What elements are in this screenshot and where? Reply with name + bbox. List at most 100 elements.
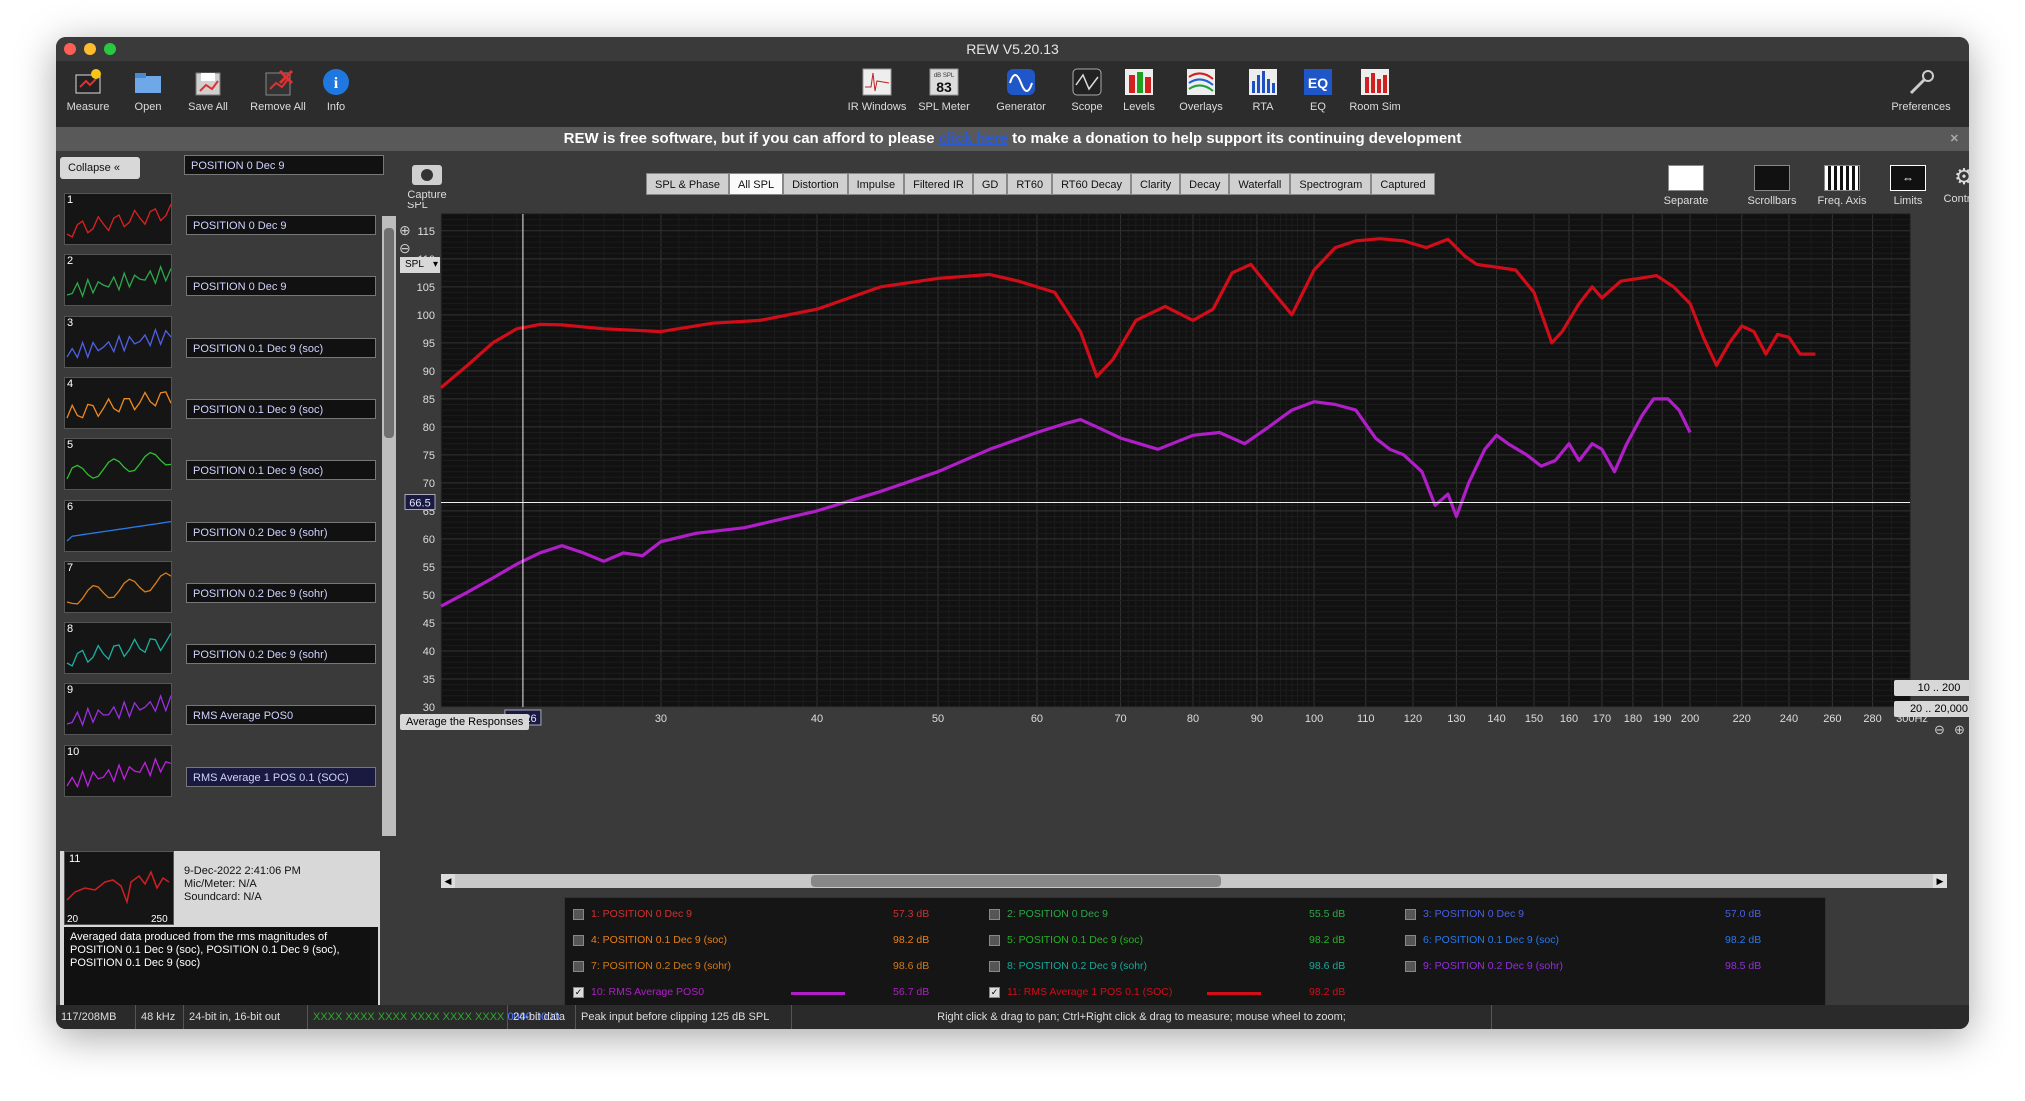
- minimize-window-button[interactable]: [84, 43, 96, 55]
- spl-graph[interactable]: 3035404550556065707580859095100105110115…: [397, 199, 1969, 737]
- tab-rt60-decay[interactable]: RT60 Decay: [1052, 173, 1131, 195]
- average-responses-button[interactable]: Average the Responses: [400, 714, 530, 730]
- measurement-name-field[interactable]: POSITION 0.2 Dec 9 (sohr): [186, 582, 376, 603]
- trace-label: 2: POSITION 0 Dec 9: [1007, 908, 1108, 920]
- spl-meter-button[interactable]: dB SPL 83 SPL Meter: [914, 67, 974, 113]
- tab-impulse[interactable]: Impulse: [847, 173, 905, 195]
- measurement-item[interactable]: 8 POSITION 0.2 Dec 9 (sohr): [60, 622, 380, 678]
- open-button[interactable]: Open: [118, 67, 178, 113]
- measurement-name-field[interactable]: POSITION 0.1 Dec 9 (soc): [186, 460, 376, 481]
- trace-label: 8: POSITION 0.2 Dec 9 (sohr): [1007, 960, 1148, 972]
- tab-spl-phase[interactable]: SPL & Phase: [646, 173, 730, 195]
- svg-text:i: i: [334, 75, 339, 92]
- range-10-200-button[interactable]: 10 .. 200: [1894, 680, 1969, 696]
- trace-checkbox[interactable]: [1405, 909, 1416, 920]
- trace-checkbox[interactable]: [1405, 961, 1416, 972]
- donate-link[interactable]: click here: [939, 130, 1008, 147]
- horizontal-scrollbar[interactable]: ◀ ▶: [441, 874, 1947, 888]
- trace-checkbox[interactable]: [989, 909, 1000, 920]
- measure-button[interactable]: Measure: [58, 67, 118, 113]
- scroll-right-icon[interactable]: ▶: [1933, 874, 1947, 888]
- remove-all-button[interactable]: Remove All: [248, 67, 308, 113]
- measurement-item[interactable]: 3 POSITION 0.1 Dec 9 (soc): [60, 315, 380, 372]
- tab-decay[interactable]: Decay: [1180, 173, 1230, 195]
- zoom-window-button[interactable]: [104, 43, 116, 55]
- preferences-button[interactable]: Preferences: [1886, 67, 1956, 113]
- zoom-in-x-icon[interactable]: ⊕: [1954, 722, 1965, 738]
- measurement-item[interactable]: 7 POSITION 0.2 Dec 9 (sohr): [60, 560, 380, 617]
- save-icon: [192, 67, 224, 97]
- measurement-notes[interactable]: Averaged data produced from the rms magn…: [64, 927, 378, 1005]
- separate-button[interactable]: Separate: [1656, 165, 1716, 207]
- zoom-in-icon[interactable]: ⊕: [399, 222, 411, 239]
- trace-checkbox[interactable]: ✓: [989, 987, 1000, 998]
- tab-distortion[interactable]: Distortion: [783, 173, 848, 195]
- measurement-name-field[interactable]: RMS Average POS0: [186, 705, 376, 726]
- scrollbars-button[interactable]: Scrollbars: [1742, 165, 1802, 207]
- measurement-item[interactable]: 6 POSITION 0.2 Dec 9 (sohr): [60, 499, 380, 556]
- spl-selector[interactable]: SPL ▾: [400, 257, 440, 273]
- ir-windows-button[interactable]: IR Windows: [847, 67, 907, 113]
- measurement-name-field[interactable]: POSITION 0.2 Dec 9 (sohr): [186, 521, 376, 542]
- tab-waterfall[interactable]: Waterfall: [1229, 173, 1291, 195]
- tab-rt60[interactable]: RT60: [1007, 173, 1053, 195]
- generator-button[interactable]: Generator: [991, 67, 1051, 113]
- trace-label: 1: POSITION 0 Dec 9: [591, 908, 692, 920]
- measurement-item[interactable]: 2 POSITION 0 Dec 9: [60, 254, 380, 310]
- tab-captured[interactable]: Captured: [1371, 173, 1435, 195]
- tab-spectrogram[interactable]: Spectrogram: [1290, 173, 1372, 195]
- measurement-panel: Collapse « POSITION 0 Dec 9 1 POSITION 0 …: [56, 151, 396, 1009]
- measurement-name-field[interactable]: RMS Average 1 POS 0.1 (SOC): [186, 766, 376, 787]
- tab-gd[interactable]: GD: [972, 173, 1008, 195]
- zoom-out-x-icon[interactable]: ⊖: [1934, 722, 1945, 738]
- collapse-button[interactable]: Collapse «: [60, 157, 140, 179]
- measurement-item[interactable]: 1 POSITION 0 Dec 9: [60, 193, 380, 249]
- top-name-field[interactable]: POSITION 0 Dec 9: [184, 155, 384, 175]
- measurement-name-field[interactable]: POSITION 0 Dec 9: [186, 215, 376, 235]
- eq-button[interactable]: EQ EQ: [1288, 67, 1348, 113]
- trace-value: 56.7 dB: [893, 986, 930, 998]
- capture-button[interactable]: Capture: [402, 165, 452, 201]
- trace-checkbox[interactable]: [989, 935, 1000, 946]
- trace-checkbox[interactable]: ✓: [573, 987, 584, 998]
- trace-checkbox[interactable]: [573, 909, 584, 920]
- tab-all-spl[interactable]: All SPL: [729, 173, 784, 195]
- trace-checkbox[interactable]: [1405, 935, 1416, 946]
- trace-checkbox[interactable]: [989, 961, 1000, 972]
- measurement-item[interactable]: 5 POSITION 0.1 Dec 9 (soc): [60, 438, 380, 494]
- info-button[interactable]: i Info: [306, 67, 366, 113]
- levels-button[interactable]: Levels: [1109, 67, 1169, 113]
- range-20-20000-button[interactable]: 20 .. 20,000: [1894, 701, 1969, 717]
- measurement-item[interactable]: 9 RMS Average POS0: [60, 683, 380, 739]
- controls-button[interactable]: ⚙Controls: [1934, 165, 1969, 206]
- x-tick-label: 220: [1733, 713, 1751, 725]
- rta-button[interactable]: RTA: [1233, 67, 1293, 113]
- tab-clarity[interactable]: Clarity: [1131, 173, 1181, 195]
- measurement-item[interactable]: 10 RMS Average 1 POS 0.1 (SOC): [60, 744, 380, 801]
- zoom-out-icon[interactable]: ⊖: [399, 240, 411, 257]
- measurement-name-field[interactable]: POSITION 0 Dec 9: [186, 276, 376, 297]
- measurement-name-field[interactable]: POSITION 0.1 Dec 9 (soc): [186, 398, 376, 419]
- hscroll-thumb[interactable]: [811, 875, 1221, 887]
- room-sim-button[interactable]: Room Sim: [1345, 67, 1405, 113]
- freq-axis-icon: [1824, 165, 1860, 191]
- trace-checkbox[interactable]: [573, 961, 584, 972]
- trace-checkbox[interactable]: [573, 935, 584, 946]
- tab-filtered-ir[interactable]: Filtered IR: [904, 173, 973, 195]
- scroll-left-icon[interactable]: ◀: [441, 874, 455, 888]
- save-all-button[interactable]: Save All: [178, 67, 238, 113]
- measurement-name-field[interactable]: POSITION 0.1 Dec 9 (soc): [186, 337, 376, 358]
- trace-label: 10: RMS Average POS0: [591, 986, 705, 998]
- scope-button[interactable]: Scope: [1057, 67, 1117, 113]
- measurement-item[interactable]: 4 POSITION 0.1 Dec 9 (soc): [60, 376, 380, 433]
- limits-button[interactable]: ⇔ Limits: [1878, 165, 1938, 207]
- measurement-name-field[interactable]: POSITION 0.2 Dec 9 (sohr): [186, 644, 376, 665]
- close-window-button[interactable]: [64, 43, 76, 55]
- close-banner-icon[interactable]: ✕: [1950, 127, 1959, 151]
- trace-value: 98.6 dB: [893, 960, 930, 972]
- freq-axis-button[interactable]: Freq. Axis: [1812, 165, 1872, 207]
- spl-chart[interactable]: 3035404550556065707580859095100105110115…: [397, 199, 1969, 732]
- camera-icon: [412, 165, 442, 185]
- panel-scrollbar[interactable]: [382, 216, 396, 836]
- overlays-button[interactable]: Overlays: [1171, 67, 1231, 113]
